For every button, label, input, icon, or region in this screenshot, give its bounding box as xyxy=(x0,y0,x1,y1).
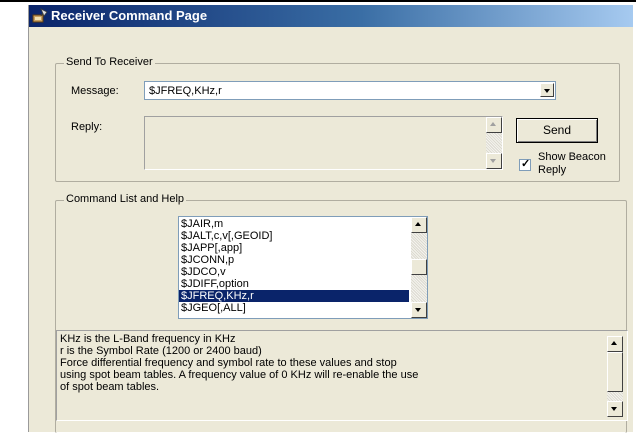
send-button-label: Send xyxy=(542,123,572,137)
command-list-scrollbar[interactable] xyxy=(411,217,427,318)
arrow-down-icon xyxy=(490,159,496,163)
list-item-selected[interactable]: $JFREQ,KHz,r xyxy=(179,290,409,302)
list-item[interactable]: $JCONN,p xyxy=(179,254,409,266)
help-line: using spot beam tables. A frequency valu… xyxy=(60,369,419,381)
help-scroll-down-button[interactable] xyxy=(607,401,623,417)
list-item[interactable]: $JAIR,m xyxy=(179,218,409,230)
help-scroll-up-button[interactable] xyxy=(607,336,623,352)
satellite-receiver-icon xyxy=(32,8,48,23)
show-beacon-reply-checkbox[interactable]: ✓ xyxy=(519,158,531,171)
message-combobox[interactable]: $JFREQ,KHz,r xyxy=(144,81,556,100)
help-line: r is the Symbol Rate (1200 or 2400 baud) xyxy=(60,345,262,357)
send-to-receiver-legend: Send To Receiver xyxy=(64,56,155,68)
reply-scroll-up-button[interactable] xyxy=(486,117,502,133)
send-button[interactable]: Send xyxy=(516,118,598,143)
reply-scrollbar[interactable] xyxy=(486,117,502,169)
message-label: Message: xyxy=(71,85,119,97)
help-scrollbar[interactable] xyxy=(607,336,623,417)
command-list-scroll-up-button[interactable] xyxy=(411,217,427,233)
command-list-help-group: Command List and Help $JAIR,m $JALT,c,v[… xyxy=(55,193,628,433)
arrow-down-icon xyxy=(611,407,617,411)
receiver-command-window: Receiver Command Page Send To Receiver M… xyxy=(28,5,633,433)
message-value: $JFREQ,KHz,r xyxy=(149,85,222,97)
window-title: Receiver Command Page xyxy=(51,8,208,23)
arrow-down-icon xyxy=(415,308,421,312)
chevron-down-icon xyxy=(544,89,550,93)
list-item[interactable]: $JDIFF,option xyxy=(179,278,409,290)
help-line: KHz is the L-Band frequency in KHz xyxy=(60,333,236,345)
list-item[interactable]: $JAPP[,app] xyxy=(179,242,409,254)
show-beacon-label-reply: Reply xyxy=(538,164,567,176)
command-listbox[interactable]: $JAIR,m $JALT,c,v[,GEOID] $JAPP[,app] $J… xyxy=(178,216,428,319)
help-line: Force differential frequency and symbol … xyxy=(60,357,397,369)
show-beacon-label: Show Beacon xyxy=(538,151,606,163)
send-to-receiver-group: Send To Receiver Message: $JFREQ,KHz,r R… xyxy=(55,56,620,182)
top-border-line xyxy=(0,0,636,2)
arrow-up-icon xyxy=(415,222,421,226)
command-list-scroll-thumb[interactable] xyxy=(411,259,427,275)
help-scroll-thumb[interactable] xyxy=(607,352,623,392)
command-list-help-legend: Command List and Help xyxy=(64,193,187,205)
arrow-up-icon xyxy=(490,122,496,126)
help-line: of spot beam tables. xyxy=(60,381,160,393)
arrow-up-icon xyxy=(611,341,617,345)
title-bar[interactable]: Receiver Command Page xyxy=(29,5,633,27)
reply-textarea[interactable] xyxy=(144,116,503,170)
reply-label: Reply: xyxy=(71,121,103,133)
reply-scroll-down-button[interactable] xyxy=(486,153,502,169)
checkmark-icon: ✓ xyxy=(521,158,531,170)
list-item[interactable]: $JGEO[,ALL] xyxy=(179,302,409,314)
message-dropdown-button[interactable] xyxy=(540,83,554,97)
command-help-textbox[interactable]: KHz is the L-Band frequency in KHz r is … xyxy=(56,330,628,421)
list-item[interactable]: $JALT,c,v[,GEOID] xyxy=(179,230,409,242)
list-item[interactable]: $JDCO,v xyxy=(179,266,409,278)
command-list-scroll-down-button[interactable] xyxy=(411,302,427,318)
